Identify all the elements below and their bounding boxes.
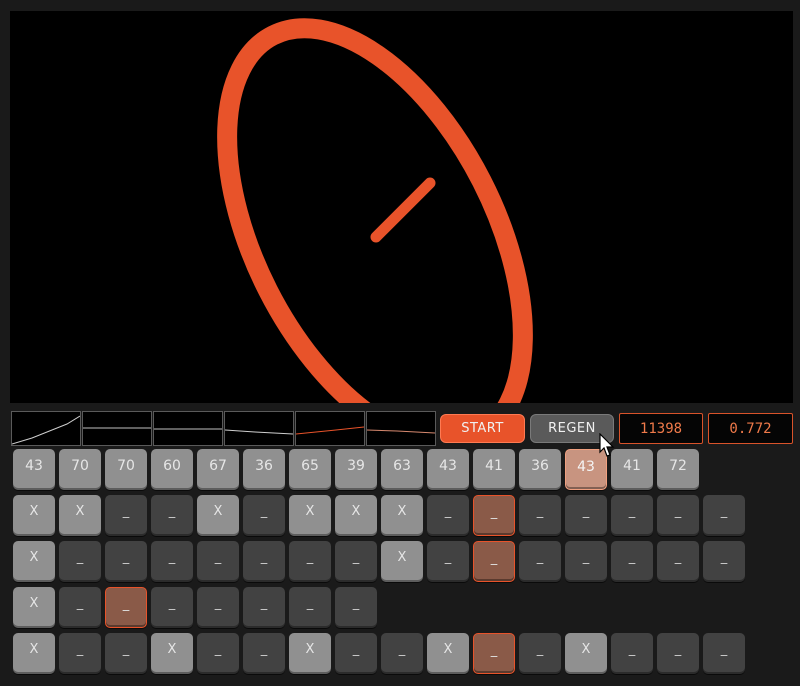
step-cell[interactable]: _ — [59, 633, 101, 674]
start-button[interactable]: START — [440, 414, 525, 443]
step-cell[interactable]: _ — [427, 495, 469, 536]
step-cell[interactable]: _ — [243, 633, 285, 674]
ratio-display: 0.772 — [708, 413, 793, 444]
step-cell[interactable]: _ — [197, 541, 239, 582]
note-cell[interactable]: 65 — [289, 449, 331, 490]
note-cell[interactable]: 43 — [427, 449, 469, 490]
step-cell[interactable]: X — [59, 495, 101, 536]
curve-strip — [11, 411, 437, 446]
step-cell[interactable]: X — [381, 495, 423, 536]
step-cell[interactable]: _ — [565, 495, 607, 536]
note-cell[interactable]: 67 — [197, 449, 239, 490]
step-cell[interactable]: _ — [105, 541, 147, 582]
step-cell[interactable]: X — [13, 495, 55, 536]
note-cell[interactable]: 70 — [59, 449, 101, 490]
step-cell[interactable]: _ — [151, 587, 193, 628]
step-cell[interactable]: _ — [243, 587, 285, 628]
step-cell[interactable]: _ — [335, 587, 377, 628]
orange-ellipse-graphic — [217, 18, 533, 403]
note-cell[interactable]: 36 — [243, 449, 285, 490]
step-row-1: X X _ _ X _ X X X _ _ _ _ _ _ _ — [13, 495, 749, 536]
step-cell-active[interactable]: _ — [105, 587, 147, 628]
step-cell[interactable]: _ — [243, 541, 285, 582]
step-cell[interactable]: _ — [657, 495, 699, 536]
step-row-3: X _ _ _ _ _ _ _ — [13, 587, 381, 628]
step-cell[interactable]: _ — [335, 541, 377, 582]
envelope-curve-4[interactable] — [224, 411, 294, 446]
step-row-2: X _ _ _ _ _ _ _ X _ _ _ _ _ _ _ — [13, 541, 749, 582]
mouse-cursor-icon — [599, 432, 615, 463]
step-cell[interactable]: _ — [105, 495, 147, 536]
note-cell[interactable]: 70 — [105, 449, 147, 490]
step-cell[interactable]: _ — [59, 541, 101, 582]
step-cell[interactable]: _ — [381, 633, 423, 674]
step-cell[interactable]: _ — [197, 633, 239, 674]
step-cell[interactable]: _ — [519, 633, 561, 674]
note-cell[interactable]: 60 — [151, 449, 193, 490]
step-cell[interactable]: X — [289, 495, 331, 536]
note-cell[interactable]: 43 — [13, 449, 55, 490]
step-cell[interactable]: X — [565, 633, 607, 674]
step-cell[interactable]: _ — [657, 633, 699, 674]
envelope-curve-2[interactable] — [82, 411, 152, 446]
step-cell[interactable]: X — [13, 633, 55, 674]
step-cell[interactable]: _ — [197, 587, 239, 628]
envelope-curve-5[interactable] — [295, 411, 365, 446]
step-cell-active[interactable]: _ — [473, 495, 515, 536]
step-cell[interactable]: X — [427, 633, 469, 674]
step-row-4: X _ _ X _ _ X _ _ X _ _ X _ _ _ — [13, 633, 749, 674]
step-cell-active[interactable]: _ — [473, 633, 515, 674]
step-cell[interactable]: _ — [703, 541, 745, 582]
step-cell[interactable]: _ — [565, 541, 607, 582]
note-cell[interactable]: 39 — [335, 449, 377, 490]
step-cell[interactable]: _ — [611, 541, 653, 582]
step-cell[interactable]: _ — [289, 541, 331, 582]
step-cell[interactable]: X — [289, 633, 331, 674]
note-cell[interactable]: 36 — [519, 449, 561, 490]
envelope-curve-6[interactable] — [366, 411, 436, 446]
note-cell[interactable]: 41 — [473, 449, 515, 490]
envelope-curve-1[interactable] — [11, 411, 81, 446]
step-cell[interactable]: X — [381, 541, 423, 582]
step-cell[interactable]: _ — [611, 633, 653, 674]
step-cell[interactable]: X — [151, 633, 193, 674]
step-cell-active[interactable]: _ — [473, 541, 515, 582]
step-cell[interactable]: _ — [519, 541, 561, 582]
step-cell[interactable]: _ — [59, 587, 101, 628]
step-cell[interactable]: _ — [703, 633, 745, 674]
step-cell[interactable]: _ — [703, 495, 745, 536]
step-cell[interactable]: _ — [611, 495, 653, 536]
step-cell[interactable]: X — [335, 495, 377, 536]
step-cell[interactable]: X — [13, 541, 55, 582]
envelope-curve-3[interactable] — [153, 411, 223, 446]
step-cell[interactable]: _ — [519, 495, 561, 536]
step-cell[interactable]: _ — [243, 495, 285, 536]
step-cell[interactable]: _ — [151, 541, 193, 582]
step-cell[interactable]: _ — [657, 541, 699, 582]
step-cell[interactable]: _ — [289, 587, 331, 628]
counter-display: 11398 — [619, 413, 703, 444]
step-cell[interactable]: X — [197, 495, 239, 536]
note-cell[interactable]: 63 — [381, 449, 423, 490]
step-cell[interactable]: _ — [427, 541, 469, 582]
step-cell[interactable]: _ — [151, 495, 193, 536]
step-cell[interactable]: X — [13, 587, 55, 628]
step-cell[interactable]: _ — [335, 633, 377, 674]
note-cell[interactable]: 41 — [611, 449, 653, 490]
step-cell[interactable]: _ — [105, 633, 147, 674]
visualizer-canvas — [10, 11, 793, 403]
note-cell[interactable]: 72 — [657, 449, 699, 490]
